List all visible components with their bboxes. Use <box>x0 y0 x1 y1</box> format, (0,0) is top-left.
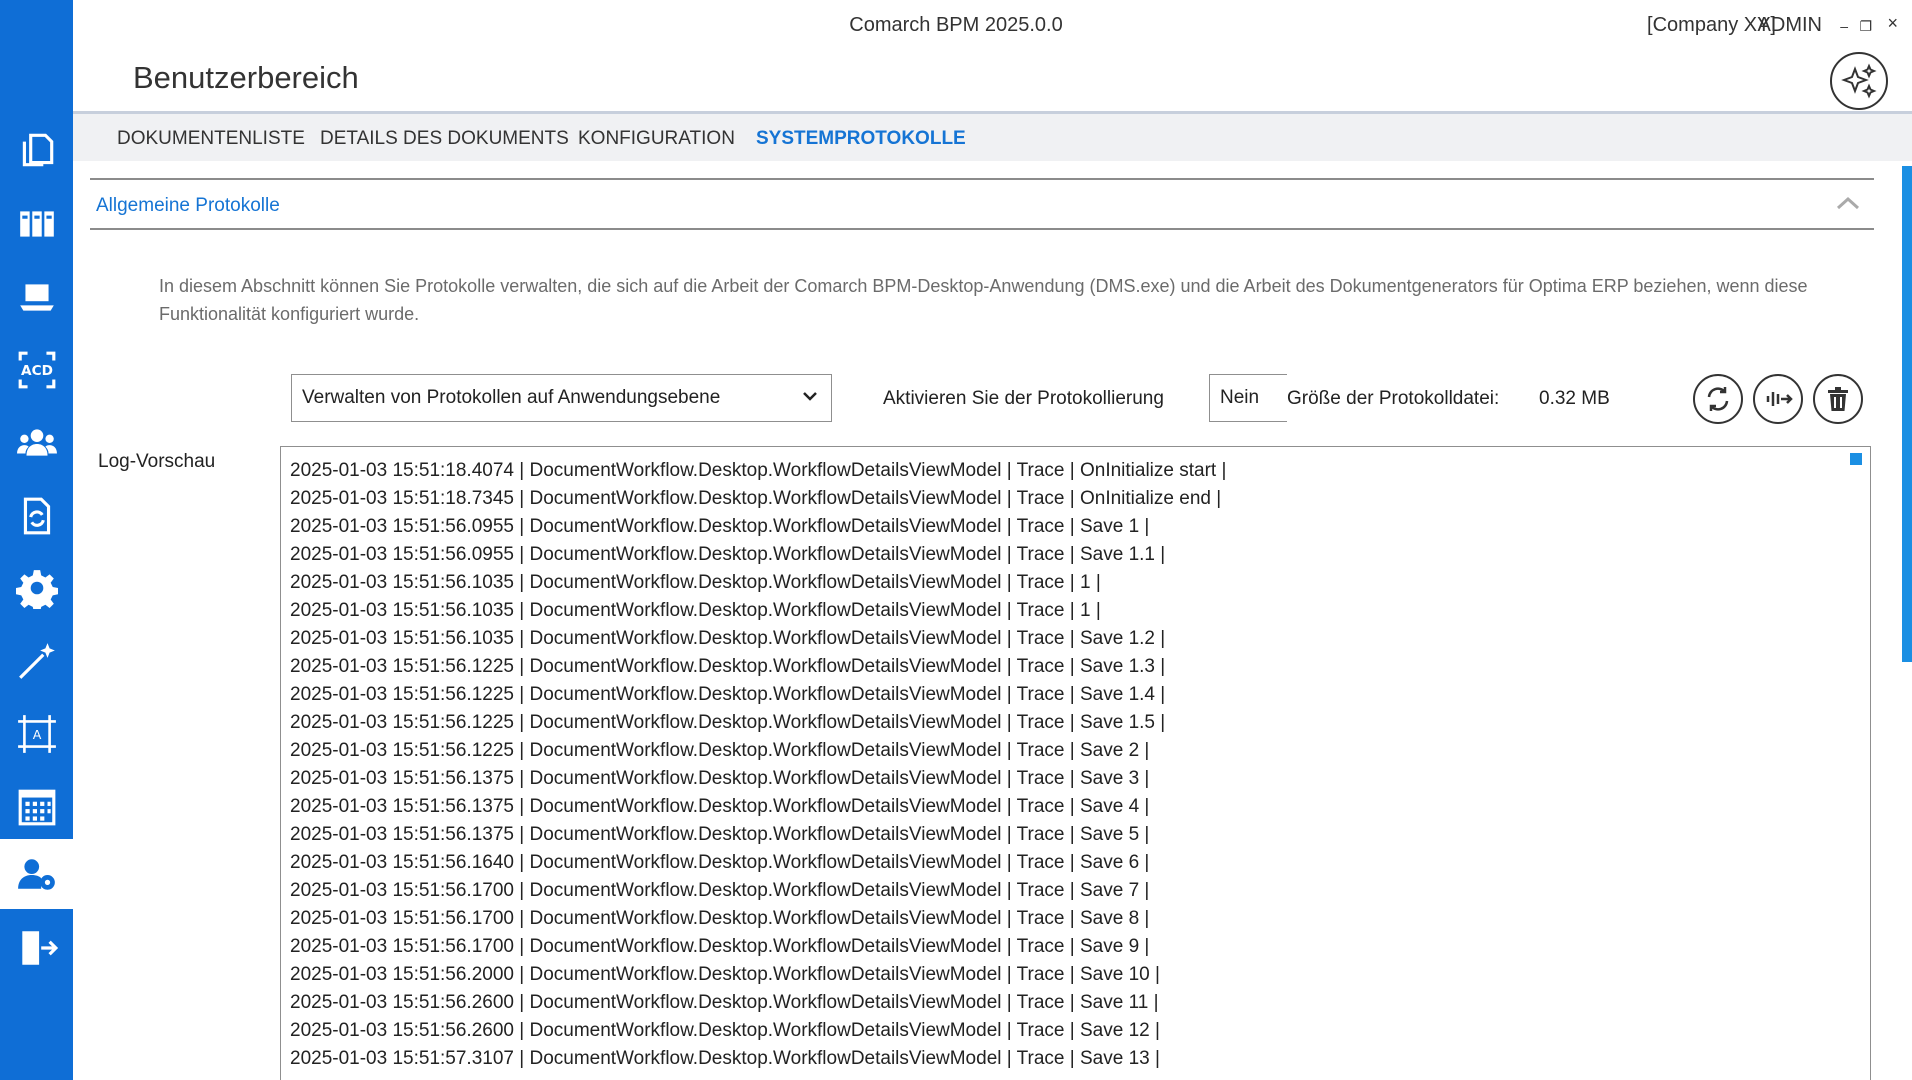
magic-wand-icon <box>18 643 55 679</box>
gear-icon <box>15 570 58 609</box>
ocr-acd-icon: ACD <box>18 351 55 389</box>
log-line: 2025-01-03 15:51:56.1225 | DocumentWorkf… <box>290 656 1166 677</box>
sidebar: ACD A <box>0 0 73 1080</box>
page-scrollbar[interactable] <box>1902 166 1912 662</box>
log-line: 2025-01-03 15:51:56.0955 | DocumentWorkf… <box>290 544 1166 565</box>
chevron-down-icon <box>803 392 817 401</box>
tab-document-list[interactable]: DOKUMENTENLISTE <box>117 128 305 150</box>
log-line: 2025-01-03 15:51:56.2000 | DocumentWorkf… <box>290 964 1160 985</box>
refresh-icon <box>1707 387 1729 411</box>
log-line: 2025-01-03 15:51:56.1375 | DocumentWorkf… <box>290 824 1150 845</box>
log-line: 2025-01-03 15:51:56.1375 | DocumentWorkf… <box>290 796 1150 817</box>
sidebar-item-template-designer[interactable]: A <box>0 704 73 764</box>
tab-system-logs[interactable]: SYSTEMPROTOKOLLE <box>756 128 966 150</box>
enable-logging-toggle[interactable]: Nein <box>1209 374 1287 422</box>
section-title[interactable]: Allgemeine Protokolle <box>96 195 280 217</box>
app-title: Comarch BPM 2025.0.0 <box>849 14 1063 36</box>
documents-icon <box>22 133 53 167</box>
section-divider <box>90 228 1874 230</box>
log-line: 2025-01-03 15:51:56.1035 | DocumentWorkf… <box>290 600 1101 621</box>
log-preview[interactable]: 2025-01-03 15:51:18.4074 | DocumentWorkf… <box>280 446 1871 1080</box>
trash-icon <box>1828 387 1848 411</box>
sidebar-item-binders[interactable] <box>0 194 73 254</box>
tab-configuration[interactable]: KONFIGURATION <box>578 128 735 150</box>
sidebar-item-document-sync[interactable] <box>0 486 73 546</box>
minimize-button[interactable]: – <box>1840 18 1848 34</box>
tab-bar: DOKUMENTENLISTE DETAILS DES DOKUMENTS KO… <box>73 111 1912 161</box>
log-line: 2025-01-03 15:51:56.2600 | DocumentWorkf… <box>290 992 1159 1013</box>
log-line: 2025-01-03 15:51:56.0955 | DocumentWorkf… <box>290 516 1150 537</box>
sidebar-item-settings[interactable] <box>0 558 73 618</box>
users-group-icon <box>16 429 57 456</box>
log-line: 2025-01-03 15:51:56.1700 | DocumentWorkf… <box>290 880 1150 901</box>
log-preview-corner <box>1850 453 1862 465</box>
log-line: 2025-01-03 15:51:56.1700 | DocumentWorkf… <box>290 936 1150 957</box>
sidebar-item-ocr[interactable]: ACD <box>0 340 73 400</box>
sidebar-item-wizard[interactable] <box>0 631 73 691</box>
logout-icon <box>21 931 58 965</box>
delete-log-button[interactable] <box>1813 374 1863 424</box>
log-lines: 2025-01-03 15:51:18.4074 | DocumentWorkf… <box>290 457 1226 1073</box>
user-name[interactable]: ADMIN <box>1758 14 1822 37</box>
log-line: 2025-01-03 15:51:56.1640 | DocumentWorkf… <box>290 852 1150 873</box>
chevron-up-icon[interactable] <box>1836 196 1860 210</box>
sidebar-item-laptop[interactable] <box>0 267 73 327</box>
svg-text:ACD: ACD <box>21 363 53 379</box>
log-line: 2025-01-03 15:51:57.3107 | DocumentWorkf… <box>290 1048 1160 1069</box>
enable-logging-label: Aktivieren Sie der Protokollierung <box>883 388 1164 409</box>
log-size-label: Größe der Protokolldatei: <box>1287 388 1500 409</box>
log-level-select-value: Verwalten von Protokollen auf Anwendungs… <box>302 387 721 408</box>
log-line: 2025-01-03 15:51:56.2600 | DocumentWorkf… <box>290 1020 1160 1041</box>
sidebar-item-documents[interactable] <box>0 120 73 180</box>
close-button[interactable]: × <box>1887 13 1898 34</box>
log-line: 2025-01-03 15:51:56.1700 | DocumentWorkf… <box>290 908 1150 929</box>
sparkles-icon <box>1841 63 1877 99</box>
sidebar-item-logout[interactable] <box>0 918 73 978</box>
export-log-button[interactable] <box>1753 374 1803 424</box>
page-title: Benutzerbereich <box>133 60 359 95</box>
sidebar-item-user-settings[interactable] <box>0 839 73 909</box>
log-line: 2025-01-03 15:51:56.1375 | DocumentWorkf… <box>290 768 1150 789</box>
log-line: 2025-01-03 15:51:18.7345 | DocumentWorkf… <box>290 488 1222 509</box>
log-level-select[interactable]: Verwalten von Protokollen auf Anwendungs… <box>291 374 832 422</box>
ai-assistant-button[interactable] <box>1830 52 1888 110</box>
sidebar-item-users[interactable] <box>0 413 73 473</box>
log-export-icon <box>1766 392 1793 406</box>
binders-icon <box>19 211 54 237</box>
log-line: 2025-01-03 15:51:56.1035 | DocumentWorkf… <box>290 628 1166 649</box>
svg-text:A: A <box>32 727 41 742</box>
log-line: 2025-01-03 15:51:56.1225 | DocumentWorkf… <box>290 712 1166 733</box>
log-line: 2025-01-03 15:51:56.1225 | DocumentWorkf… <box>290 684 1166 705</box>
log-line: 2025-01-03 15:51:18.4074 | DocumentWorkf… <box>290 460 1227 481</box>
laptop-icon <box>19 284 54 311</box>
log-preview-label: Log-Vorschau <box>98 451 216 472</box>
maximize-button[interactable]: ❐ <box>1859 18 1872 35</box>
document-sync-icon <box>23 497 50 535</box>
section-description: In diesem Abschnitt können Sie Protokoll… <box>159 276 1808 324</box>
section-divider <box>90 178 1874 180</box>
refresh-button[interactable] <box>1693 374 1743 424</box>
log-size-value: 0.32 MB <box>1539 388 1610 409</box>
template-designer-icon: A <box>17 715 56 753</box>
log-line: 2025-01-03 15:51:56.1035 | DocumentWorkf… <box>290 572 1101 593</box>
calendar-icon <box>18 789 55 826</box>
user-settings-icon <box>17 859 55 890</box>
log-line: 2025-01-03 15:51:56.1225 | DocumentWorkf… <box>290 740 1150 761</box>
tab-document-details[interactable]: DETAILS DES DOKUMENTS <box>320 128 569 150</box>
sidebar-item-calendar[interactable] <box>0 777 73 837</box>
